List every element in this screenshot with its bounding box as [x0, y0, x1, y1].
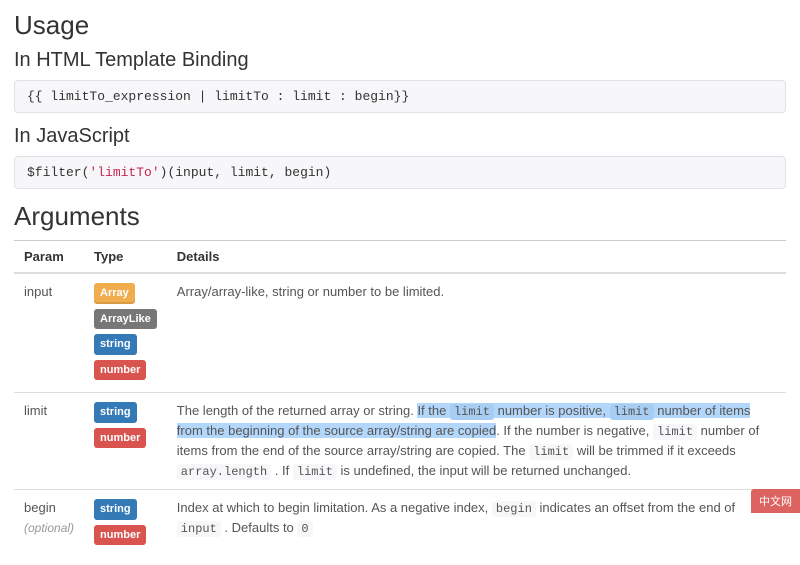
details-text: will be trimmed if it exceeds	[573, 443, 736, 458]
type-badge-arraylike: ArrayLike	[94, 309, 157, 330]
details-text: . Defaults to	[221, 520, 298, 535]
col-param: Param	[14, 241, 84, 274]
type-badge-number: number	[94, 428, 146, 449]
type-badge-string: string	[94, 499, 137, 520]
code-text: {{ limitTo_expression | limitTo : limit …	[27, 89, 409, 104]
code-inline: array.length	[177, 464, 271, 480]
type-badge-array: Array	[94, 283, 135, 304]
watermark-badge: 中文网	[751, 489, 800, 513]
param-types: string number	[84, 393, 167, 490]
type-badge-string: string	[94, 334, 137, 355]
code-inline: limit	[653, 424, 697, 440]
code-inline: input	[177, 521, 221, 537]
param-details: Index at which to begin limitation. As a…	[167, 490, 786, 558]
param-details: The length of the returned array or stri…	[167, 393, 786, 490]
code-inline: limit	[293, 464, 337, 480]
details-text: . If the number is negative,	[496, 423, 653, 438]
type-badge-string: string	[94, 402, 137, 423]
html-binding-code: {{ limitTo_expression | limitTo : limit …	[14, 80, 786, 113]
arguments-heading: Arguments	[14, 201, 786, 232]
param-details: Array/array-like, string or number to be…	[167, 273, 786, 393]
js-code: $filter('limitTo')(input, limit, begin)	[14, 156, 786, 189]
html-binding-heading: In HTML Template Binding	[14, 49, 786, 72]
optional-label: (optional)	[24, 521, 74, 535]
code-inline: begin	[492, 501, 536, 517]
param-types: Array ArrayLike string number	[84, 273, 167, 393]
code-inline: limit	[529, 444, 573, 460]
table-row: input Array ArrayLike string number Arra…	[14, 273, 786, 393]
code-string: 'limitTo'	[89, 165, 159, 180]
col-details: Details	[167, 241, 786, 274]
param-types: string number	[84, 490, 167, 558]
details-text: . If	[271, 463, 293, 478]
code-suffix: )(input, limit, begin)	[160, 165, 332, 180]
details-text: is undefined, the input will be returned…	[337, 463, 631, 478]
js-heading: In JavaScript	[14, 125, 786, 148]
arguments-table: Param Type Details input Array ArrayLike…	[14, 240, 786, 557]
col-type: Type	[84, 241, 167, 274]
code-inline: limit	[610, 404, 654, 420]
param-name: input	[14, 273, 84, 393]
type-badge-number: number	[94, 525, 146, 546]
table-row: begin (optional) string number Index at …	[14, 490, 786, 558]
param-name: limit	[14, 393, 84, 490]
table-row: limit string number The length of the re…	[14, 393, 786, 490]
code-prefix: $filter(	[27, 165, 89, 180]
details-text: The length of the returned array or stri…	[177, 403, 418, 418]
code-inline: 0	[297, 521, 312, 537]
param-name: begin (optional)	[14, 490, 84, 558]
usage-heading: Usage	[14, 10, 786, 41]
type-badge-number: number	[94, 360, 146, 381]
code-inline: limit	[450, 404, 494, 420]
